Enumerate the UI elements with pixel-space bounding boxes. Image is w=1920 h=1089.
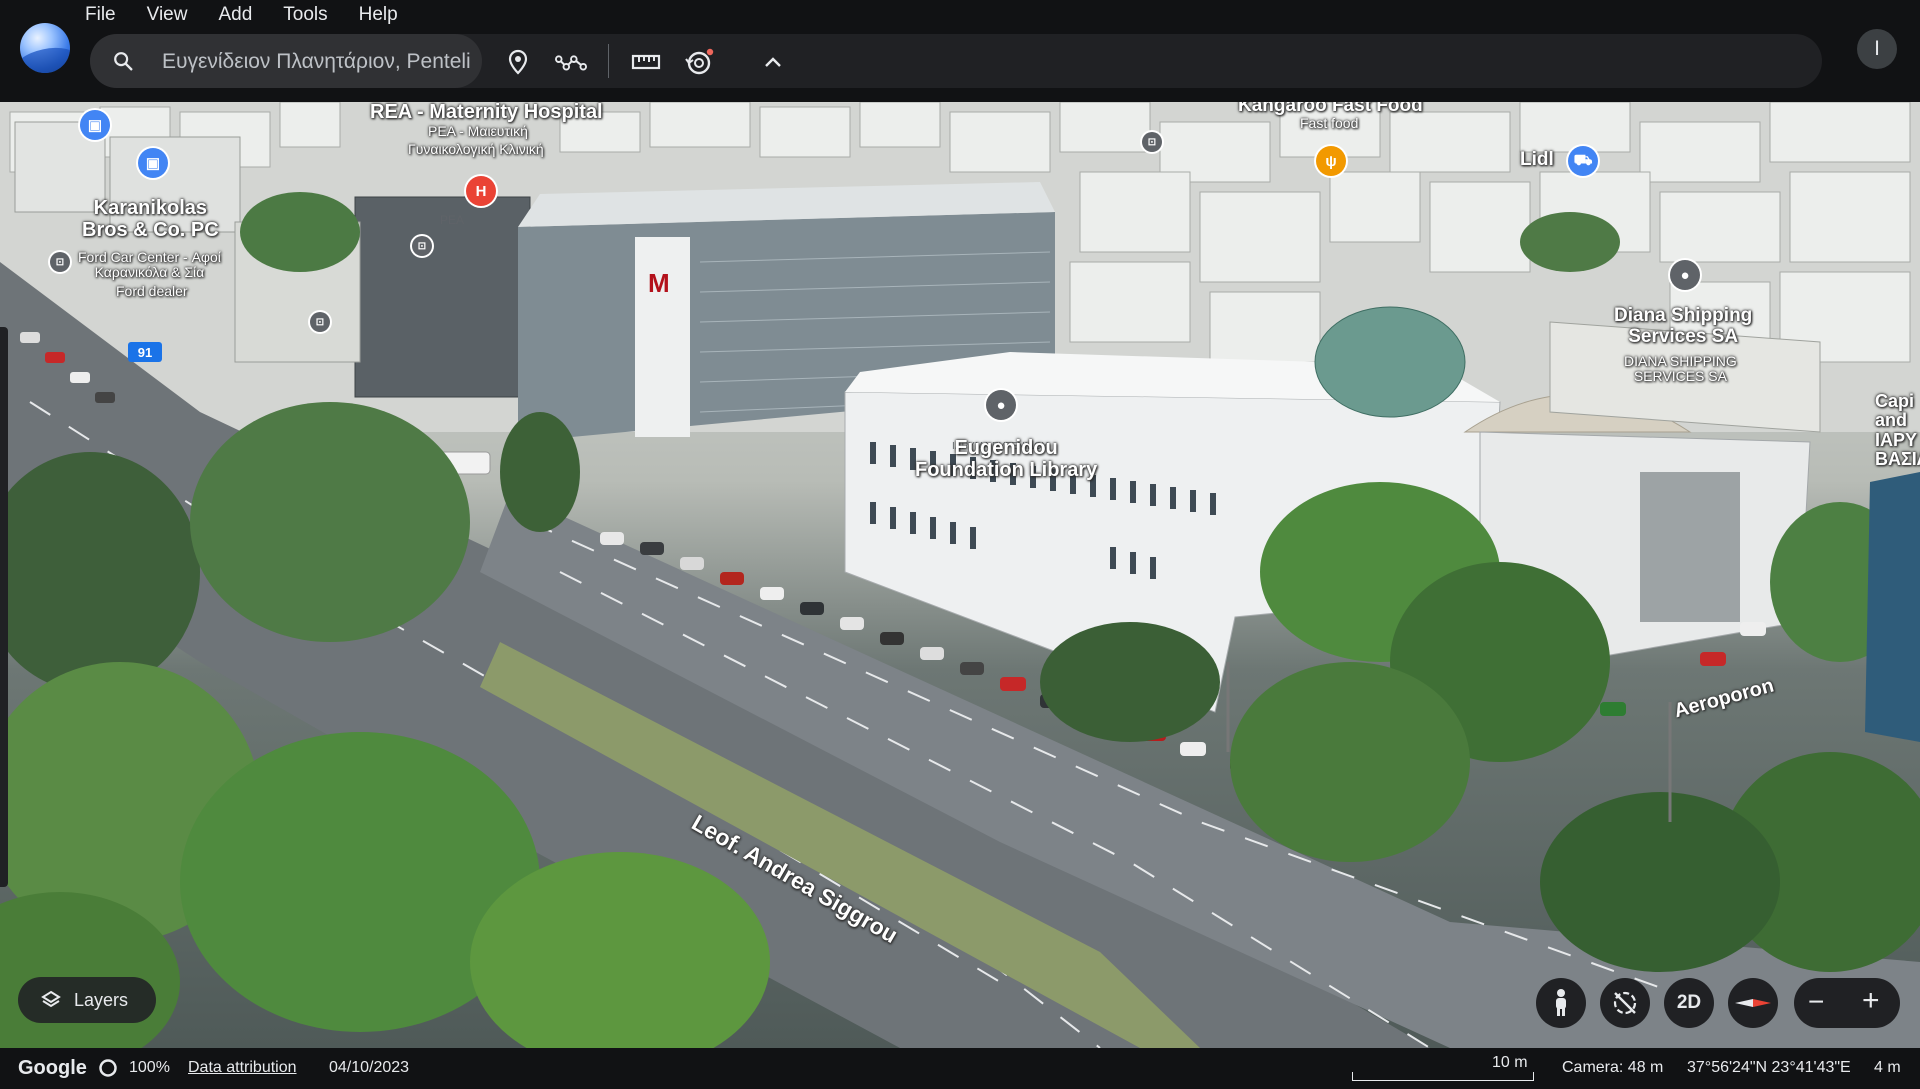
scale-label: 10 m xyxy=(1492,1054,1528,1071)
street-view-button[interactable] xyxy=(1536,978,1586,1028)
hotel-logo-icon: M xyxy=(648,268,670,298)
collapse-chevron-icon xyxy=(765,57,781,67)
zoom-in-button[interactable]: + xyxy=(1862,984,1880,1018)
path-button[interactable] xyxy=(555,46,587,78)
search-box[interactable] xyxy=(90,34,482,88)
search-toolbar xyxy=(90,34,1822,88)
layers-label: Layers xyxy=(74,989,129,1010)
compass-button[interactable] xyxy=(1728,978,1778,1028)
ground-elevation: 4 m xyxy=(1874,1059,1901,1076)
rea-hospital-label[interactable]: REA - Maternity Hospital xyxy=(370,102,603,124)
layers-button[interactable]: Layers xyxy=(18,977,156,1023)
status-bar: Google 100% Data attribution 04/10/2023 … xyxy=(0,1048,1920,1089)
menu-view[interactable]: View xyxy=(147,2,188,28)
office-pin-icon[interactable]: ▣ xyxy=(80,110,110,140)
camera-altitude: Camera: 48 m xyxy=(1562,1059,1664,1076)
place-pin-button[interactable] xyxy=(502,46,534,78)
zoom-out-button[interactable]: − xyxy=(1808,986,1824,1018)
ruler-icon xyxy=(631,54,661,70)
search-icon xyxy=(114,52,133,71)
map-scene: M 91 xyxy=(0,102,1920,1048)
eugenidou-library-label[interactable]: Eugenidou Foundation Library xyxy=(915,437,1097,481)
place-pin-icon[interactable]: ● xyxy=(986,390,1016,420)
transit-pin-icon[interactable]: ⊡ xyxy=(412,236,432,256)
kangaroo-sublabel: Fast food xyxy=(1300,115,1359,131)
reset-tilt-button[interactable] xyxy=(1600,978,1650,1028)
rea-hospital-sublabel: Γυναικολογική Κλινική xyxy=(408,141,544,157)
loading-progress: 100% xyxy=(129,1059,170,1076)
place-pin-icon[interactable]: ● xyxy=(1670,260,1700,290)
top-bar: File View Add Tools Help Ευγενίδειον Πλα… xyxy=(0,0,1920,102)
ford-center-sublabel: Ford dealer xyxy=(116,283,188,299)
menu-add[interactable]: Add xyxy=(218,2,252,28)
route-shield-number: 91 xyxy=(138,345,152,360)
karanikolas-label[interactable]: Karanikolas Bros & Co. PC xyxy=(82,197,219,241)
office-pin-icon[interactable]: ▣ xyxy=(138,148,168,178)
diana-shipping-label[interactable]: Diana Shipping Services SA xyxy=(1614,305,1752,347)
transit-pin-icon[interactable]: ⊡ xyxy=(1142,132,1162,152)
menu-help[interactable]: Help xyxy=(359,2,398,28)
rea-sign-text: PEA xyxy=(440,213,465,227)
collapse-toolbar-button[interactable] xyxy=(757,46,789,78)
lidl-label[interactable]: Lidl xyxy=(1520,149,1554,171)
pegman-icon xyxy=(1556,989,1566,1016)
ruler-button[interactable] xyxy=(630,46,662,78)
toolbar-divider xyxy=(608,44,609,78)
transit-pin-icon[interactable]: ⊡ xyxy=(310,312,330,332)
hospital-building xyxy=(354,196,531,398)
compass-icon xyxy=(1735,999,1771,1007)
history-icon xyxy=(685,48,714,75)
menu-file[interactable]: File xyxy=(85,2,116,28)
google-brand: Google xyxy=(18,1057,87,1079)
left-panel-edge xyxy=(0,327,8,887)
loading-ring-icon xyxy=(99,1059,117,1077)
layers-icon xyxy=(41,990,61,1008)
car-dealer-pin-icon[interactable]: ⊡ xyxy=(50,252,70,272)
shopping-pin-icon[interactable]: ⛟ xyxy=(1568,146,1598,176)
coordinates: 37°56'24"N 23°41'43"E xyxy=(1687,1059,1851,1076)
zoom-control: − + xyxy=(1794,978,1900,1028)
account-avatar[interactable]: I xyxy=(1857,29,1897,69)
hospital-pin-icon[interactable]: H xyxy=(466,176,496,206)
hotel-facade xyxy=(635,237,690,437)
data-attribution-link[interactable]: Data attribution xyxy=(188,1059,297,1077)
planetarium-facade xyxy=(1640,472,1740,622)
ford-center-label[interactable]: Ford Car Center - Αφοί Καρανικόλα & Σία xyxy=(78,249,221,280)
imagery-date: 04/10/2023 xyxy=(329,1059,410,1076)
path-icon xyxy=(555,55,587,71)
place-pin-icon xyxy=(508,49,528,75)
planetarium-dome-green xyxy=(1314,306,1466,418)
tilt-off-icon xyxy=(1613,991,1637,1015)
partial-poi-label[interactable]: Capi and ΙΑΡΥ ΒΑΣΙΛ xyxy=(1875,391,1920,470)
earth-logo-icon[interactable] xyxy=(20,23,70,73)
menu-tools[interactable]: Tools xyxy=(283,2,327,28)
menu-bar: File View Add Tools Help xyxy=(85,2,429,28)
history-button[interactable] xyxy=(684,46,716,78)
glass-tower xyxy=(1865,472,1920,742)
scale-bar xyxy=(1352,1072,1534,1081)
toggle-2d-button[interactable]: 2D xyxy=(1664,978,1714,1028)
rea-hospital-sublabel: ΡΕΑ - Μαιευτική xyxy=(428,123,528,139)
map-view[interactable]: M 91 REA - Maternity Hospital ΡΕΑ - Μαιε… xyxy=(0,102,1920,1048)
restaurant-pin-icon[interactable]: ψ xyxy=(1316,146,1346,176)
search-input[interactable] xyxy=(160,46,479,78)
diana-shipping-sublabel: DIANA SHIPPING SERVICES SA xyxy=(1624,353,1737,385)
